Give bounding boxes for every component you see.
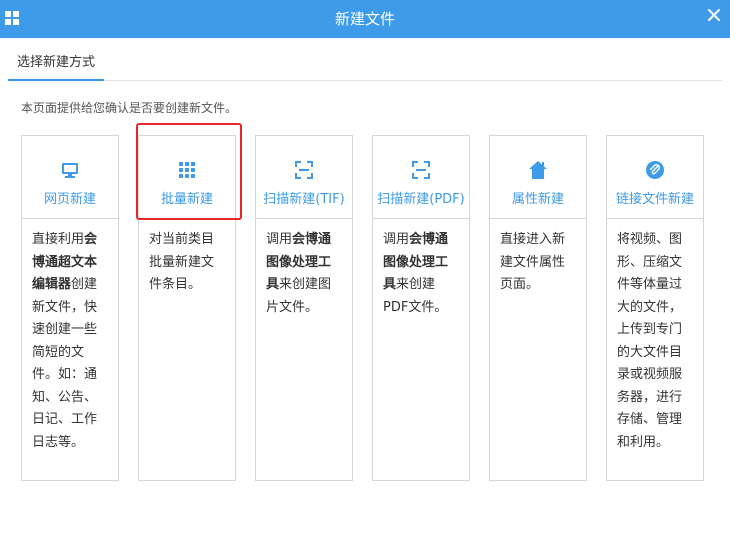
card-label[interactable]: 属性新建 <box>490 188 586 207</box>
batch-grid-icon <box>179 162 195 178</box>
desc-text: 调用 <box>383 232 410 247</box>
card-header[interactable]: 属性新建 <box>490 136 586 219</box>
card-description: 对当前类目批量新建文件条目。 <box>139 219 235 297</box>
card-label[interactable]: 链接文件新建 <box>607 188 703 207</box>
intro-text: 本页面提供给您确认是否要创建新文件。 <box>21 101 238 115</box>
card-link-file-new[interactable]: 链接文件新建 将视频、图形、压缩文件等体量过大的文件，上传到专门的大文件目录或视… <box>606 135 704 481</box>
card-description: 直接进入新建文件属性页面。 <box>490 219 586 297</box>
card-label[interactable]: 扫描新建(TIF) <box>256 188 352 207</box>
card-attribute-new[interactable]: 属性新建 直接进入新建文件属性页面。 <box>489 135 587 481</box>
card-header[interactable]: 扫描新建(TIF) <box>256 136 352 219</box>
window-titlebar: 新建文件 <box>0 0 730 38</box>
window-title: 新建文件 <box>334 10 395 28</box>
card-header[interactable]: 扫描新建(PDF) <box>373 136 469 219</box>
close-icon[interactable] <box>707 8 721 22</box>
card-header[interactable]: 批量新建 <box>139 136 235 219</box>
card-web-new[interactable]: 网页新建 直接利用会博通超文本编辑器创建新文件，快速创建一些简短的文件。如：通知… <box>21 135 119 481</box>
card-batch-new[interactable]: 批量新建 对当前类目批量新建文件条目。 <box>138 135 236 481</box>
card-label[interactable]: 网页新建 <box>22 188 118 207</box>
card-label[interactable]: 批量新建 <box>139 188 235 207</box>
tab-choose-method[interactable]: 选择新建方式 <box>8 48 105 81</box>
desc-text: 直接进入新建文件属性页面。 <box>500 232 566 292</box>
link-icon <box>646 161 664 179</box>
home-icon <box>529 161 547 179</box>
tab-bar: 选择新建方式 <box>8 48 722 81</box>
desc-text: 调用 <box>266 232 293 247</box>
desc-text: 创建新文件，快速创建一些简短的文件。如：通知、公告、日记、工作日志等。 <box>32 277 98 450</box>
card-header[interactable]: 链接文件新建 <box>607 136 703 219</box>
scan-icon <box>295 161 313 179</box>
monitor-icon <box>62 163 78 178</box>
card-description: 将视频、图形、压缩文件等体量过大的文件，上传到专门的大文件目录或视频服务器，进行… <box>607 219 703 454</box>
scan-icon <box>412 161 430 179</box>
desc-text: 将视频、图形、压缩文件等体量过大的文件，上传到专门的大文件目录或视频服务器，进行… <box>617 232 683 450</box>
card-header[interactable]: 网页新建 <box>22 136 118 219</box>
card-description: 调用会博通图像处理工具来创建PDF文件。 <box>373 219 469 319</box>
desc-text: 对当前类目批量新建文件条目。 <box>149 232 215 292</box>
card-description: 调用会博通图像处理工具来创建图片文件。 <box>256 219 352 319</box>
card-description: 直接利用会博通超文本编辑器创建新文件，快速创建一些简短的文件。如：通知、公告、日… <box>22 219 118 454</box>
card-scan-tif[interactable]: 扫描新建(TIF) 调用会博通图像处理工具来创建图片文件。 <box>255 135 353 481</box>
desc-text: 直接利用 <box>32 232 85 247</box>
card-label[interactable]: 扫描新建(PDF) <box>373 188 469 207</box>
card-scan-pdf[interactable]: 扫描新建(PDF) 调用会博通图像处理工具来创建PDF文件。 <box>372 135 470 481</box>
